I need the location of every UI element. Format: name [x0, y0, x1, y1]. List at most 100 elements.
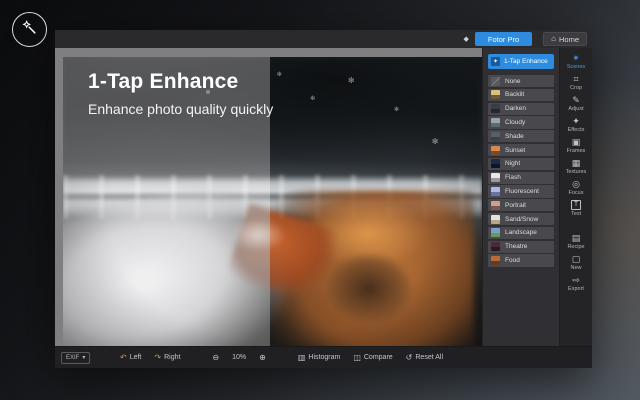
magic-wand-tool-button[interactable]: [12, 12, 47, 47]
action-new[interactable]: ▢ New: [570, 254, 581, 271]
scene-thumbnail-icon: [491, 76, 500, 86]
tool-label: Recipe: [567, 244, 585, 250]
tool-label: Effects: [567, 127, 585, 133]
scene-thumbnail-icon: [491, 187, 500, 197]
scene-item-label: 1-Tap Enhance: [504, 58, 548, 65]
action-recipe[interactable]: ▤ Recipe: [567, 233, 584, 250]
scene-thumbnail-icon: [491, 214, 500, 224]
tool-adjust[interactable]: ✎ Adjust: [568, 95, 583, 112]
crop-icon: ⌗: [573, 74, 579, 84]
scene-item-1-tap-enhance[interactable]: ✦ 1-Tap Enhance: [488, 54, 554, 69]
scene-item-fluorescent[interactable]: Fluorescent: [488, 185, 554, 198]
scene-item-cloudy[interactable]: Cloudy: [488, 116, 554, 129]
scene-item-label: Backlit: [505, 91, 525, 99]
scene-item-label: Flash: [505, 174, 521, 182]
tool-label: New: [570, 265, 582, 271]
scene-thumbnail-icon: [491, 90, 500, 100]
rotate-right-label: Right: [164, 354, 181, 361]
scene-thumbnail-icon: [491, 118, 500, 128]
scene-thumbnail-icon: [491, 200, 500, 210]
tool-text[interactable]: T Text: [570, 200, 582, 217]
tool-scenes[interactable]: ✴ Scenes: [567, 53, 585, 70]
scene-item-flash[interactable]: Flash: [488, 171, 554, 184]
scene-item-sunset[interactable]: Sunset: [488, 143, 554, 157]
tool-focus[interactable]: ◎ Focus: [569, 179, 584, 196]
scene-thumbnail-icon: [491, 242, 500, 252]
histogram-icon: ▥: [297, 352, 306, 362]
scene-thumbnail-icon: [491, 145, 500, 155]
scene-item-label: Shade: [505, 132, 524, 140]
tool-label: Textures: [565, 169, 587, 175]
scene-thumbnail-icon: [491, 173, 500, 183]
action-export[interactable]: ⇨ Export: [568, 275, 584, 292]
scene-item-landscape[interactable]: Landscape: [488, 226, 554, 240]
scene-item-label: Theatre: [505, 243, 528, 251]
exif-dropdown[interactable]: EXIF ▾: [61, 351, 91, 364]
status-bar-controls: ↶ Left ↷ Right ⊖ 10% ⊕ ▥ Histogram ◫ Com…: [120, 352, 443, 362]
scene-item-darken[interactable]: Darken: [488, 102, 554, 115]
effects-wand-icon: ✦: [572, 116, 580, 126]
scene-item-night[interactable]: Night: [488, 157, 554, 171]
photo-preview[interactable]: ✻ ✻ ✻ ✻ ✻ ✻ 1-Tap Enhance Enhance photo …: [63, 57, 482, 346]
textures-icon: ▦: [571, 158, 581, 168]
home-button[interactable]: ⌂ Home: [543, 32, 587, 46]
reset-all-button[interactable]: ↺ Reset All: [405, 352, 443, 362]
reset-icon: ↺: [405, 352, 413, 362]
scene-item-backlit[interactable]: Backlit: [488, 88, 554, 102]
rotate-right-button[interactable]: ↷ Right: [154, 353, 181, 362]
reset-all-label: Reset All: [415, 354, 443, 361]
focus-icon: ◎: [572, 179, 580, 189]
compare-label: Compare: [363, 354, 393, 361]
status-bar: EXIF ▾ ↶ Left ↷ Right ⊖ 10% ⊕ ▥ Histogra…: [55, 346, 592, 368]
tool-label: Export: [568, 286, 584, 292]
new-file-icon: ▢: [571, 254, 581, 264]
tool-frames[interactable]: ▣ Frames: [567, 137, 586, 154]
dandelion-seed: ✻: [310, 95, 316, 102]
tool-crop[interactable]: ⌗ Crop: [570, 74, 582, 91]
scene-thumbnail-icon: [491, 104, 500, 114]
tools-sidebar: ✴ Scenes ⌗ Crop ✎ Adjust ✦ Effects ▣ Fra…: [559, 48, 592, 346]
scene-item-none[interactable]: None: [488, 75, 554, 88]
tool-label: Scenes: [566, 64, 586, 70]
scene-item-portrait[interactable]: Portrait: [488, 199, 554, 212]
adjust-pencil-icon: ✎: [572, 95, 580, 105]
scene-item-label: Fluorescent: [505, 188, 539, 196]
histogram-label: Histogram: [308, 354, 341, 361]
scene-item-label: Darken: [505, 105, 526, 113]
fotor-pro-button[interactable]: Fotor Pro: [474, 32, 533, 46]
tool-label: Text: [570, 211, 582, 217]
histogram-button[interactable]: ▥ Histogram: [297, 352, 341, 362]
tool-textures[interactable]: ▦ Textures: [566, 158, 587, 175]
scenes-icon: ✴: [572, 53, 580, 63]
scene-item-label: Cloudy: [505, 119, 526, 127]
zoom-out-icon[interactable]: ⊖: [212, 353, 219, 362]
compare-button[interactable]: ◫ Compare: [353, 353, 393, 362]
home-button-label: Home: [558, 34, 579, 44]
dandelion-seed: ✻: [394, 107, 400, 114]
scene-item-label: Food: [505, 257, 520, 264]
scene-item-sand-snow[interactable]: Sand/Snow: [488, 212, 554, 226]
top-bar: ◆ Fotor Pro ⌂ Home: [55, 30, 592, 48]
scene-item-food[interactable]: Food: [488, 254, 554, 267]
scene-thumbnail-icon: [491, 256, 500, 265]
rotate-left-button[interactable]: ↶ Left: [120, 353, 141, 362]
scene-item-label: Sand/Snow: [505, 215, 539, 223]
hero-subtitle: Enhance photo quality quickly: [88, 101, 274, 117]
exif-label: EXIF: [66, 354, 80, 361]
scene-thumbnail-icon: [491, 228, 500, 238]
tool-label: Frames: [566, 148, 586, 154]
scene-item-theatre[interactable]: Theatre: [488, 240, 554, 253]
scene-item-shade[interactable]: Shade: [488, 130, 554, 143]
tool-effects[interactable]: ✦ Effects: [568, 116, 585, 133]
scene-item-label: Portrait: [505, 201, 526, 209]
tool-label: Adjust: [568, 106, 584, 112]
one-tap-enhance-icon: ✦: [491, 57, 500, 66]
scene-item-label: Landscape: [505, 229, 537, 237]
tool-label: Focus: [568, 190, 584, 196]
app-window: ◆ Fotor Pro ⌂ Home ✻ ✻ ✻ ✻ ✻ ✻ 1-Tap Enh…: [55, 30, 592, 368]
scenes-panel: ✦ 1-Tap Enhance None Backlit Darken Clou…: [482, 48, 559, 346]
photo-canvas: ✻ ✻ ✻ ✻ ✻ ✻ 1-Tap Enhance Enhance photo …: [55, 48, 482, 346]
frames-icon: ▣: [571, 137, 581, 147]
zoom-in-icon[interactable]: ⊕: [259, 353, 266, 362]
scene-thumbnail-icon: [491, 131, 500, 141]
